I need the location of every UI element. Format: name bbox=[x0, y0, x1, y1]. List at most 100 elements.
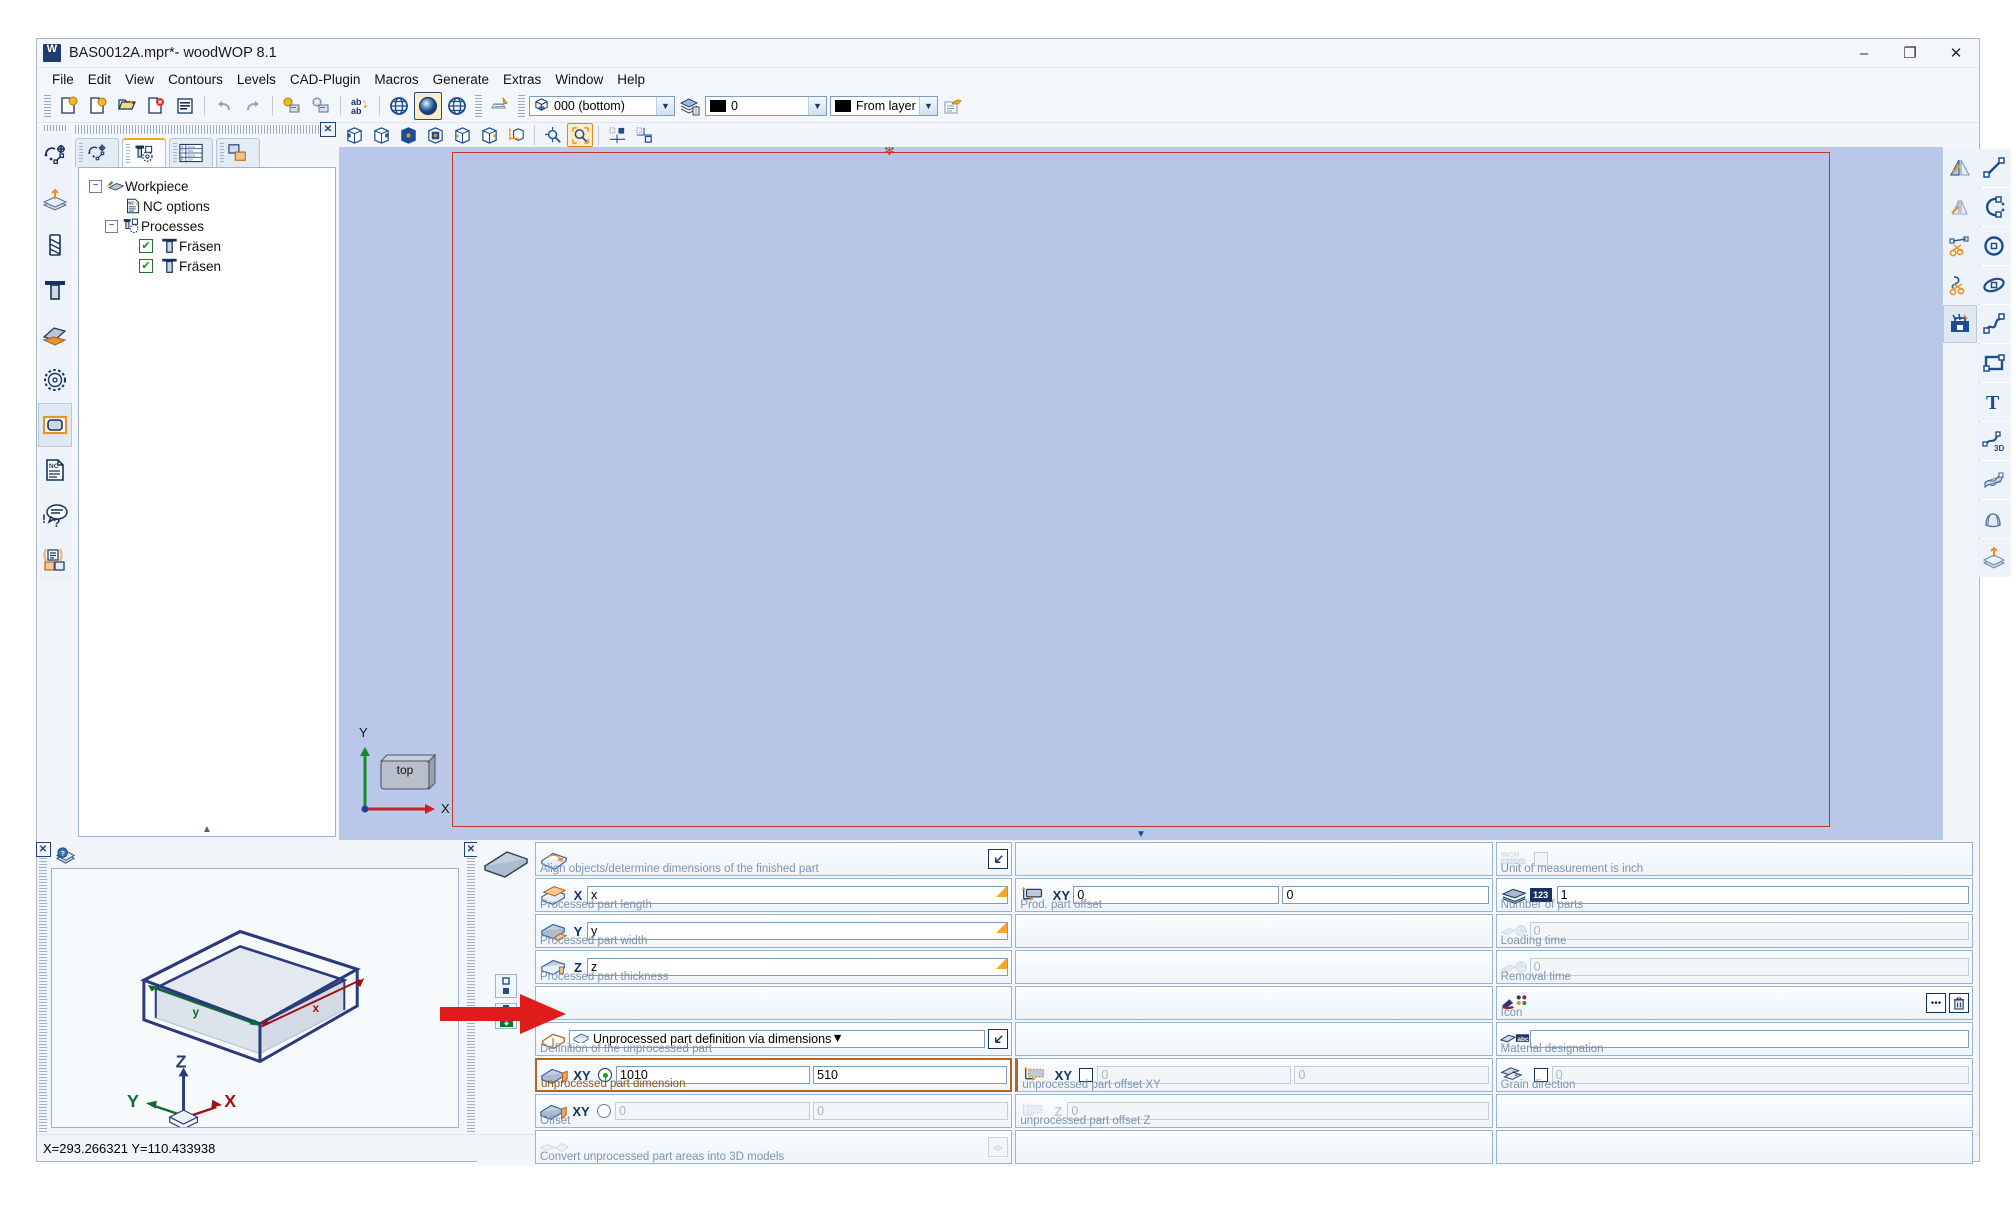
tree-node-frasen-1[interactable]: ✔ Fräsen bbox=[139, 236, 335, 256]
unprocessed-part-dimension-x-input[interactable]: 1010 bbox=[616, 1066, 811, 1084]
menu-generate[interactable]: Generate bbox=[426, 70, 496, 89]
levels-button[interactable] bbox=[676, 92, 704, 120]
unit-inch-row[interactable]: INCH Unit of measurement is inch bbox=[1495, 842, 1973, 876]
text-tool-button[interactable]: T bbox=[1977, 383, 2011, 421]
level-tool-button[interactable] bbox=[38, 178, 72, 222]
menu-extras[interactable]: Extras bbox=[496, 70, 548, 89]
unit-inch-checkbox[interactable] bbox=[1533, 852, 1548, 866]
expander-workpiece[interactable]: − bbox=[89, 179, 102, 193]
contour-tool-button[interactable] bbox=[38, 133, 72, 177]
maximize-button[interactable]: ❐ bbox=[1887, 39, 1933, 67]
material-designation-row[interactable]: abc Material designation bbox=[1495, 1022, 1973, 1056]
rectangle-tool-button[interactable] bbox=[1977, 344, 2011, 382]
freeform-tool-button[interactable] bbox=[1977, 461, 2011, 499]
grip-lines[interactable] bbox=[39, 858, 47, 1134]
prod-part-offset-x-input[interactable]: 0 bbox=[1073, 886, 1280, 904]
zoom-fit-button[interactable] bbox=[540, 123, 566, 147]
undo-button[interactable] bbox=[210, 92, 238, 120]
spline3d-tool-button[interactable]: 3D bbox=[1977, 422, 2011, 460]
removal-time-input[interactable]: 0 bbox=[1529, 958, 1969, 976]
shaded-view-button[interactable] bbox=[414, 92, 442, 120]
nc-options-button[interactable]: NC bbox=[38, 448, 72, 492]
processed-part-thickness-row[interactable]: Z z Processed part thickness bbox=[535, 950, 1013, 984]
mirror-tool-button[interactable] bbox=[1943, 149, 1977, 187]
preview-help-button[interactable]: ? bbox=[51, 841, 79, 869]
grain-direction-input[interactable]: 0 bbox=[1551, 1066, 1969, 1084]
processed-part-length-input[interactable]: x bbox=[587, 886, 1009, 904]
menu-contours[interactable]: Contours bbox=[161, 70, 230, 89]
canvas-split-handle[interactable]: ▼ bbox=[1136, 829, 1146, 840]
variables-button[interactable] bbox=[38, 538, 72, 582]
view-wireframe-button[interactable] bbox=[368, 123, 394, 147]
tree-checkbox-frasen-2[interactable]: ✔ bbox=[139, 259, 153, 273]
icon-row[interactable]: ••• Icon bbox=[1495, 986, 1973, 1020]
trim-tool-button[interactable] bbox=[1943, 227, 1977, 265]
tab-blocks[interactable] bbox=[216, 138, 260, 167]
toolbar-grip-2[interactable] bbox=[475, 95, 482, 117]
number-of-parts-input[interactable]: 1 bbox=[1556, 886, 1969, 904]
icon-browse-button[interactable]: ••• bbox=[1925, 993, 1946, 1013]
toolbar-grip-3[interactable] bbox=[518, 95, 525, 117]
tree-node-nc-options[interactable]: NC NC options bbox=[123, 196, 335, 216]
line-tool-button[interactable] bbox=[1977, 149, 2011, 187]
level-surface-button[interactable] bbox=[1977, 539, 2011, 577]
wireframe-view-button[interactable] bbox=[443, 92, 471, 120]
tab-contours[interactable] bbox=[75, 138, 119, 167]
view-isometric-button[interactable] bbox=[341, 123, 367, 147]
menu-file[interactable]: File bbox=[45, 70, 81, 89]
preview-dock-grip[interactable]: ✕ bbox=[35, 842, 51, 1134]
prod-part-offset-row[interactable]: XY 0 0 Prod. part offset bbox=[1015, 878, 1493, 912]
tree-checkbox-frasen-1[interactable]: ✔ bbox=[139, 239, 153, 253]
process-tree[interactable]: − Workpiece NC NC options − Processes ✔ … bbox=[78, 167, 336, 837]
close-file-button[interactable] bbox=[142, 92, 170, 120]
saw-tool-button[interactable] bbox=[38, 358, 72, 402]
palette-grip[interactable] bbox=[44, 125, 66, 131]
minimize-button[interactable]: – bbox=[1841, 39, 1887, 67]
ellipse-tool-button[interactable] bbox=[1977, 266, 2011, 304]
tab-variables[interactable]: X Y L B 404.0 354 500.8 260 bbox=[169, 138, 213, 167]
menu-macros[interactable]: Macros bbox=[367, 70, 425, 89]
part-3d-preview[interactable]: y x Z Y X bbox=[51, 868, 459, 1128]
convert-3d-button[interactable] bbox=[988, 1137, 1009, 1157]
workpiece-outline[interactable] bbox=[452, 152, 1830, 827]
material-designation-input[interactable] bbox=[1529, 1030, 1969, 1048]
color-select-combo[interactable]: 0 ▼ bbox=[705, 96, 827, 116]
menu-cad-plugin[interactable]: CAD-Plugin bbox=[283, 70, 368, 89]
unprocessed-part-offset-y-input[interactable]: 0 bbox=[813, 1102, 1009, 1120]
arc-tool-button[interactable] bbox=[1977, 188, 2011, 226]
circle-tool-button[interactable] bbox=[1977, 227, 2011, 265]
text-macro-button[interactable]: ab ab bbox=[346, 92, 374, 120]
expand-dialog-button[interactable] bbox=[988, 1029, 1009, 1049]
icon-clear-button[interactable] bbox=[1948, 993, 1969, 1013]
tree-node-frasen-2[interactable]: ✔ Fräsen bbox=[139, 256, 335, 276]
chevron-down-icon[interactable]: ▼ bbox=[831, 1031, 843, 1047]
menu-help[interactable]: Help bbox=[610, 70, 652, 89]
curved-surface-button[interactable] bbox=[1977, 500, 2011, 538]
view-dimension-button[interactable] bbox=[503, 123, 529, 147]
unprocessed-offset-radio[interactable] bbox=[597, 1104, 611, 1118]
tree-dock-grip[interactable]: ✕ bbox=[73, 121, 339, 137]
mill-tool-button[interactable] bbox=[38, 268, 72, 312]
unprocessed-part-offset-x-input[interactable]: 0 bbox=[615, 1102, 811, 1120]
mirror-axis-button[interactable] bbox=[1943, 188, 1977, 226]
unprocessed-part-offset-z-input[interactable]: 0 bbox=[1067, 1102, 1489, 1120]
menu-window[interactable]: Window bbox=[548, 70, 610, 89]
unprocessed-dimension-radio[interactable] bbox=[598, 1068, 612, 1082]
open-file-button[interactable] bbox=[113, 92, 141, 120]
new-file-button[interactable] bbox=[55, 92, 83, 120]
comment-tool-button[interactable]: !? bbox=[38, 493, 72, 537]
loading-time-input[interactable]: 0 bbox=[1529, 922, 1969, 940]
redo-button[interactable] bbox=[239, 92, 267, 120]
new-macro-button[interactable] bbox=[278, 92, 306, 120]
delete-macro-button[interactable] bbox=[307, 92, 335, 120]
new-from-template-button[interactable] bbox=[84, 92, 112, 120]
split-tool-button[interactable] bbox=[1943, 266, 1977, 304]
view-front-button[interactable] bbox=[395, 123, 421, 147]
layer-settings-button[interactable] bbox=[939, 92, 967, 120]
close-button[interactable]: ✕ bbox=[1933, 39, 1979, 67]
view-top-button[interactable] bbox=[422, 123, 448, 147]
pocket-tool-button[interactable] bbox=[38, 403, 72, 447]
processed-part-width-input[interactable]: y bbox=[587, 922, 1009, 940]
grain-direction-checkbox[interactable] bbox=[1533, 1068, 1548, 1082]
spline-tool-button[interactable] bbox=[1977, 305, 2011, 343]
